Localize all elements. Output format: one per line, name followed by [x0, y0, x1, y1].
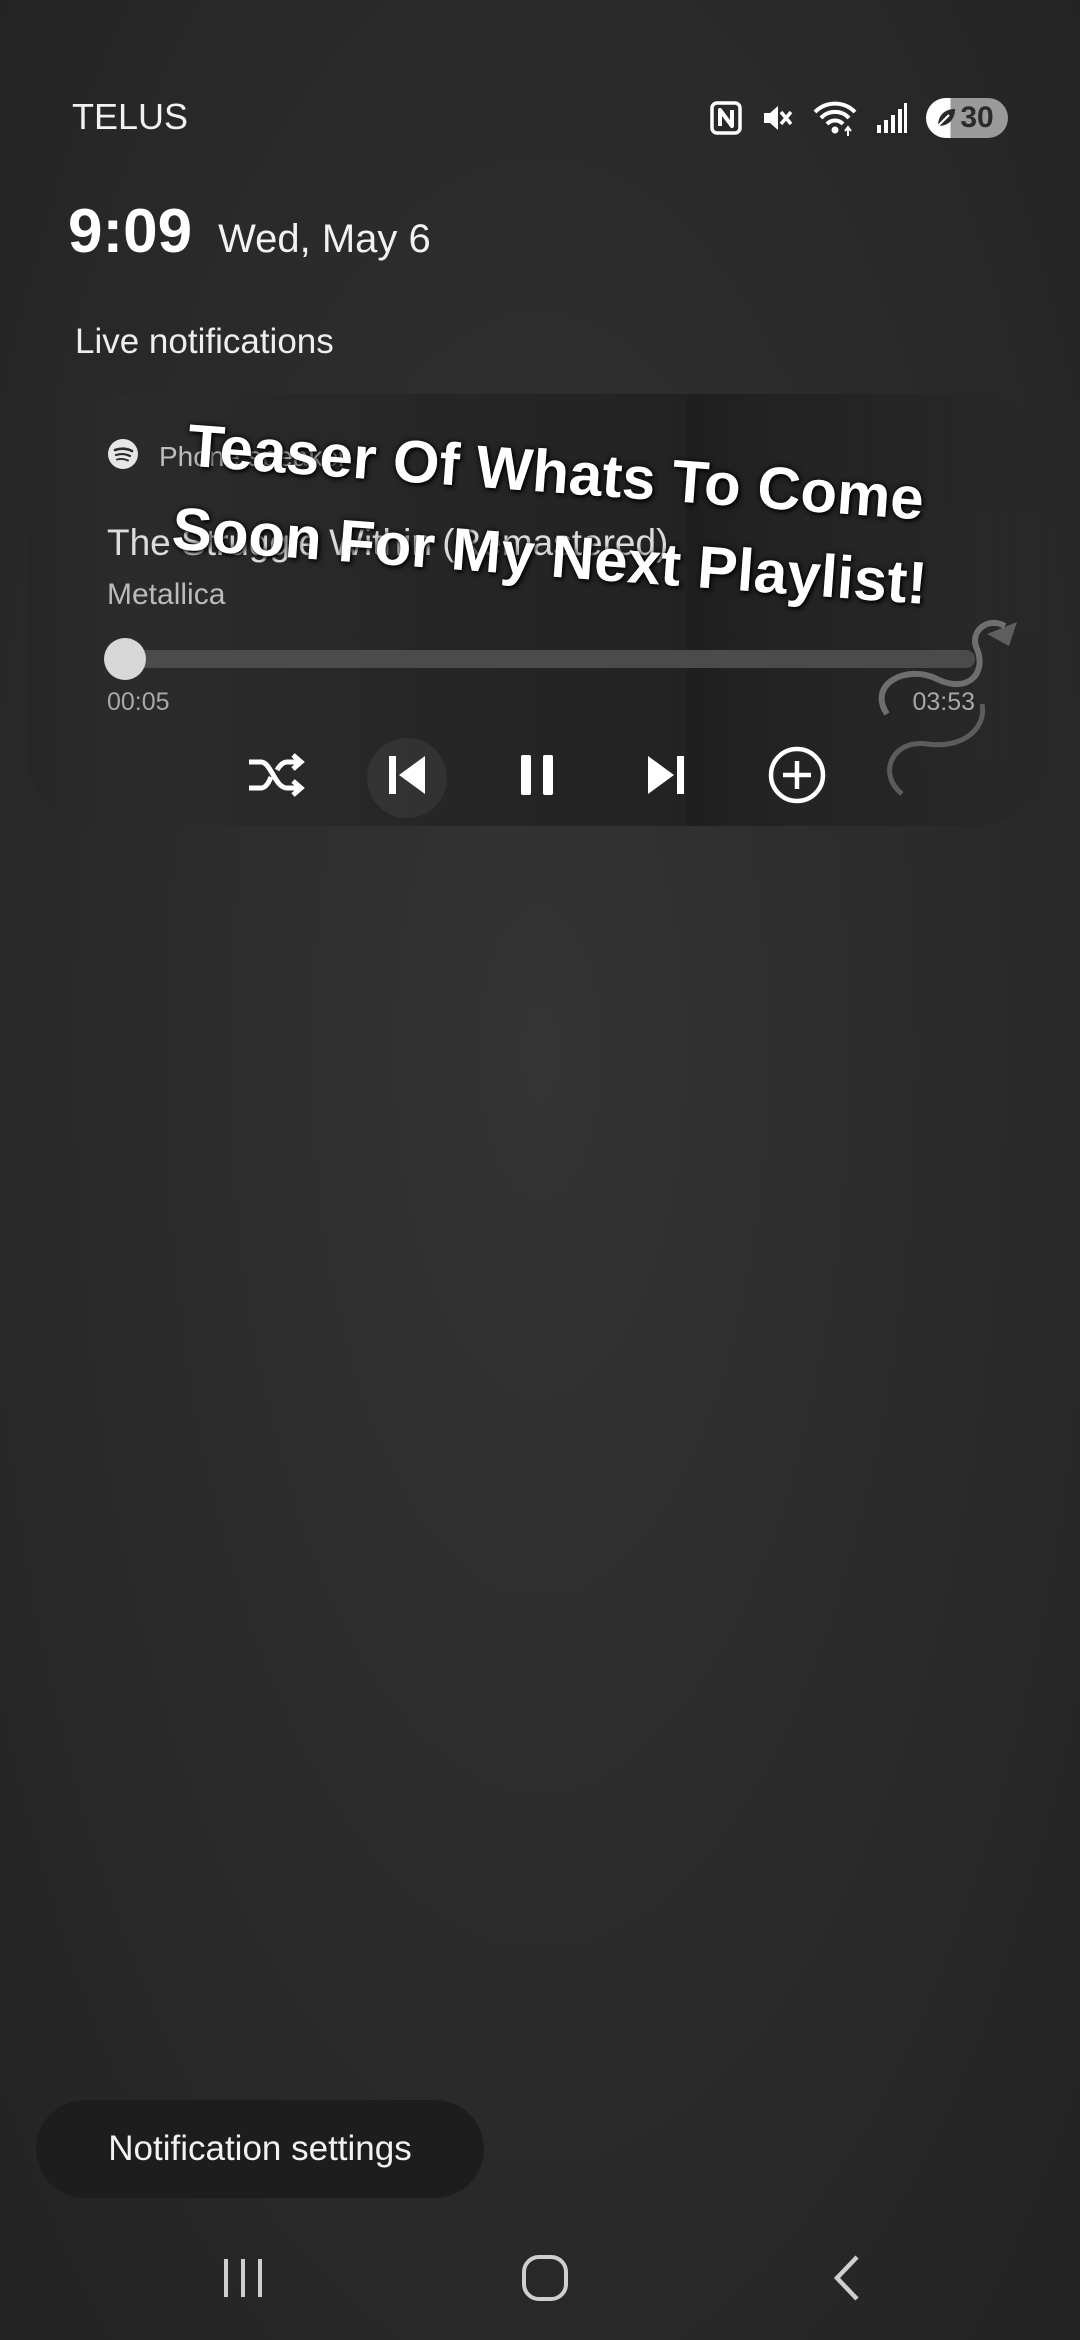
- clock-time: 9:09: [68, 197, 193, 266]
- battery-indicator: 30: [926, 98, 1008, 138]
- pause-icon: [517, 752, 557, 803]
- add-icon: [767, 745, 827, 810]
- status-icons: 30: [710, 96, 1008, 140]
- status-bar: TELUS 30: [0, 0, 1080, 160]
- recents-icon: [220, 2257, 266, 2304]
- track-duration: 03:53: [912, 688, 975, 716]
- nfc-icon: [710, 101, 742, 135]
- wifi-icon: [812, 100, 858, 136]
- elapsed-time: 00:05: [107, 688, 170, 716]
- next-button[interactable]: [631, 742, 701, 812]
- seekbar-thumb[interactable]: [104, 638, 147, 680]
- lockscreen-clock: 9:09 Wed, May 6: [68, 196, 431, 267]
- shuffle-icon: [245, 750, 307, 805]
- next-icon: [644, 752, 688, 803]
- mute-icon: [760, 101, 794, 135]
- notification-settings-button[interactable]: Notification settings: [36, 2100, 484, 2198]
- live-notifications-title: Live notifications: [75, 322, 334, 361]
- playback-seekbar[interactable]: [104, 638, 975, 680]
- signal-icon: [876, 103, 908, 133]
- shuffle-button[interactable]: [241, 742, 311, 812]
- notification-settings-label: Notification settings: [108, 2129, 412, 2168]
- home-button[interactable]: [505, 2250, 585, 2310]
- back-icon: [829, 2253, 865, 2308]
- clock-date: Wed, May 6: [218, 217, 431, 261]
- navigation-bar: [0, 2230, 1080, 2320]
- add-to-library-button[interactable]: [762, 742, 832, 812]
- carrier-label: TELUS: [72, 96, 189, 137]
- back-button[interactable]: [807, 2250, 887, 2310]
- battery-saver-icon: [934, 106, 958, 130]
- previous-icon: [385, 752, 429, 803]
- recents-button[interactable]: [203, 2250, 283, 2310]
- playback-controls: [27, 730, 1047, 820]
- track-artist: Metallica: [107, 578, 226, 611]
- home-icon: [520, 2253, 570, 2308]
- previous-button[interactable]: [372, 742, 442, 812]
- pause-button[interactable]: [502, 742, 572, 812]
- battery-level: 30: [960, 101, 994, 134]
